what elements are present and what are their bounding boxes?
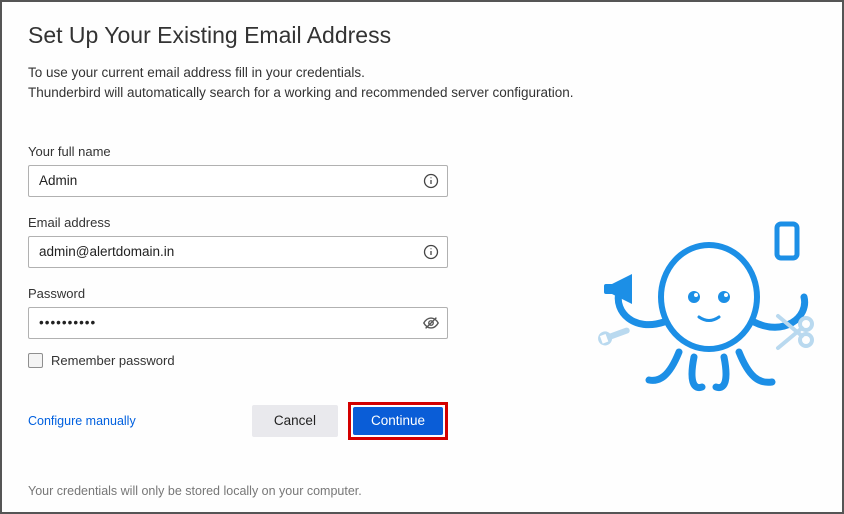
setup-form: Your full name Email address	[28, 144, 448, 440]
continue-highlight: Continue	[348, 402, 448, 440]
password-label: Password	[28, 286, 448, 301]
action-row: Configure manually Cancel Continue	[28, 402, 448, 440]
email-label: Email address	[28, 215, 448, 230]
remember-row: Remember password	[28, 353, 448, 368]
email-input[interactable]	[28, 236, 448, 268]
phone-icon	[777, 224, 797, 258]
name-field-row	[28, 165, 448, 197]
name-label: Your full name	[28, 144, 448, 159]
remember-label: Remember password	[51, 353, 175, 368]
info-icon[interactable]	[422, 243, 440, 261]
subtext-line-2: Thunderbird will automatically search fo…	[28, 83, 816, 103]
account-setup-window: Set Up Your Existing Email Address To us…	[0, 0, 844, 514]
cancel-button[interactable]: Cancel	[252, 405, 338, 437]
password-input[interactable]	[28, 307, 448, 339]
name-input[interactable]	[28, 165, 448, 197]
password-field-row	[28, 307, 448, 339]
eye-off-icon[interactable]	[422, 314, 440, 332]
footer-note: Your credentials will only be stored loc…	[28, 484, 362, 498]
configure-manually-link[interactable]: Configure manually	[28, 414, 136, 428]
remember-checkbox[interactable]	[28, 353, 43, 368]
continue-button[interactable]: Continue	[353, 407, 443, 435]
email-field-row	[28, 236, 448, 268]
subtext-line-1: To use your current email address fill i…	[28, 63, 816, 83]
info-icon[interactable]	[422, 172, 440, 190]
page-subtext: To use your current email address fill i…	[28, 63, 816, 104]
octopus-illustration	[594, 202, 824, 402]
page-title: Set Up Your Existing Email Address	[28, 22, 816, 49]
wrench-icon	[596, 323, 632, 347]
